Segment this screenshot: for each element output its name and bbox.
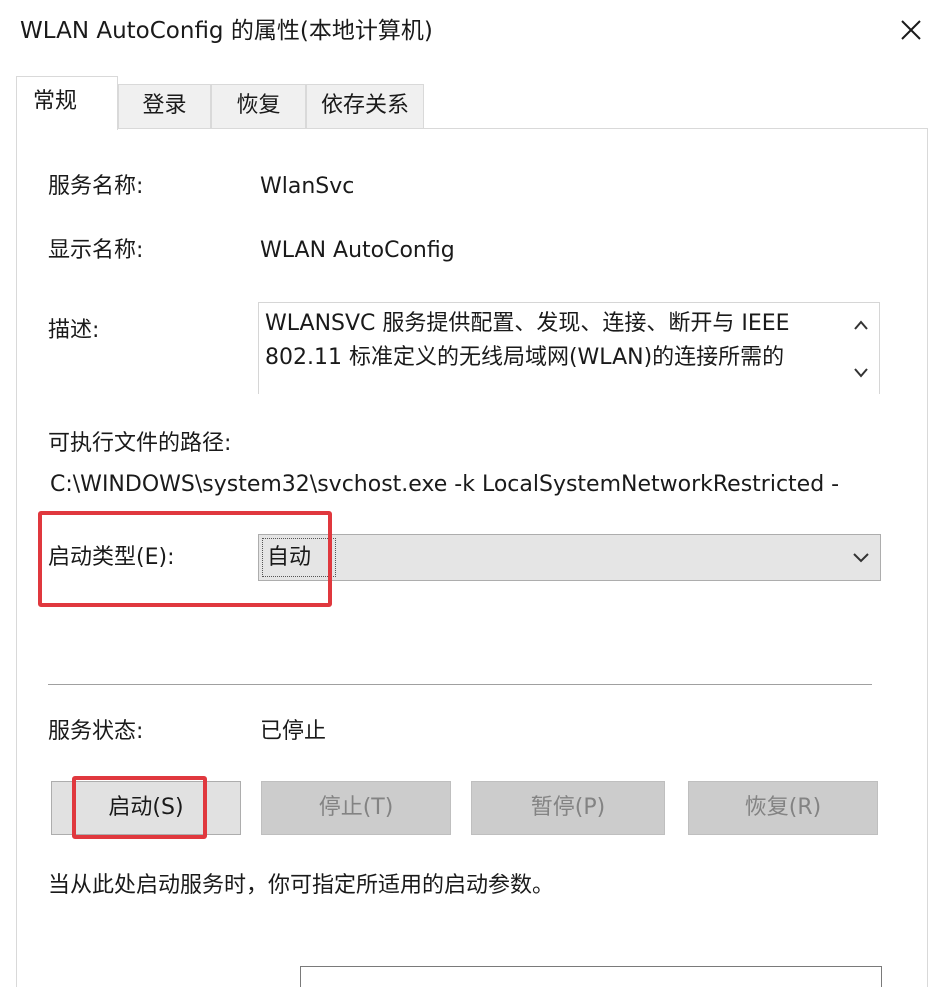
- window-title: WLAN AutoConfig 的属性(本地计算机): [20, 18, 433, 44]
- close-icon: [901, 20, 921, 40]
- service-name-value: WlanSvc: [260, 174, 355, 199]
- tab-general[interactable]: 常规: [16, 76, 118, 130]
- start-parameters-hint: 当从此处启动服务时，你可指定所适用的启动参数。: [48, 873, 555, 898]
- startup-type-label: 启动类型(E):: [48, 545, 175, 570]
- scroll-up-button[interactable]: [849, 313, 873, 337]
- title-bar: WLAN AutoConfig 的属性(本地计算机): [0, 0, 945, 64]
- chevron-down-icon: [853, 553, 869, 563]
- dropdown-arrow[interactable]: [848, 545, 874, 571]
- chevron-down-icon: [854, 368, 868, 378]
- start-button[interactable]: 启动(S): [51, 781, 241, 835]
- executable-path-value: C:\WINDOWS\system32\svchost.exe -k Local…: [50, 472, 840, 497]
- tab-logon[interactable]: 登录: [118, 84, 211, 128]
- description-text: WLANSVC 服务提供配置、发现、连接、断开与 IEEE 802.11 标准定…: [265, 311, 790, 370]
- stop-button[interactable]: 停止(T): [261, 781, 451, 835]
- section-divider: [48, 684, 872, 685]
- resume-button[interactable]: 恢复(R): [688, 781, 878, 835]
- description-textbox[interactable]: WLANSVC 服务提供配置、发现、连接、断开与 IEEE 802.11 标准定…: [258, 302, 880, 394]
- display-name-label: 显示名称:: [48, 238, 144, 263]
- display-name-value: WLAN AutoConfig: [260, 238, 455, 263]
- pause-button[interactable]: 暂停(P): [471, 781, 665, 835]
- service-properties-dialog: WLAN AutoConfig 的属性(本地计算机) 常规 登录 恢复 依存关系…: [0, 0, 945, 987]
- startup-type-selected-value: 自动: [267, 545, 312, 570]
- executable-path-label: 可执行文件的路径:: [48, 431, 232, 456]
- close-button[interactable]: [891, 10, 931, 50]
- description-label: 描述:: [48, 318, 100, 343]
- chevron-up-icon: [854, 320, 868, 330]
- tab-recovery[interactable]: 恢复: [211, 84, 306, 128]
- description-scrollbar[interactable]: [843, 303, 879, 394]
- tab-strip: 常规 登录 恢复 依存关系: [16, 76, 928, 130]
- service-name-label: 服务名称:: [48, 174, 144, 199]
- service-status-label: 服务状态:: [48, 719, 144, 744]
- tab-dependencies[interactable]: 依存关系: [306, 84, 424, 128]
- scroll-down-button[interactable]: [849, 361, 873, 385]
- startup-type-dropdown[interactable]: 自动: [258, 534, 881, 581]
- start-parameters-input[interactable]: [300, 966, 882, 987]
- service-status-value: 已停止: [260, 719, 327, 744]
